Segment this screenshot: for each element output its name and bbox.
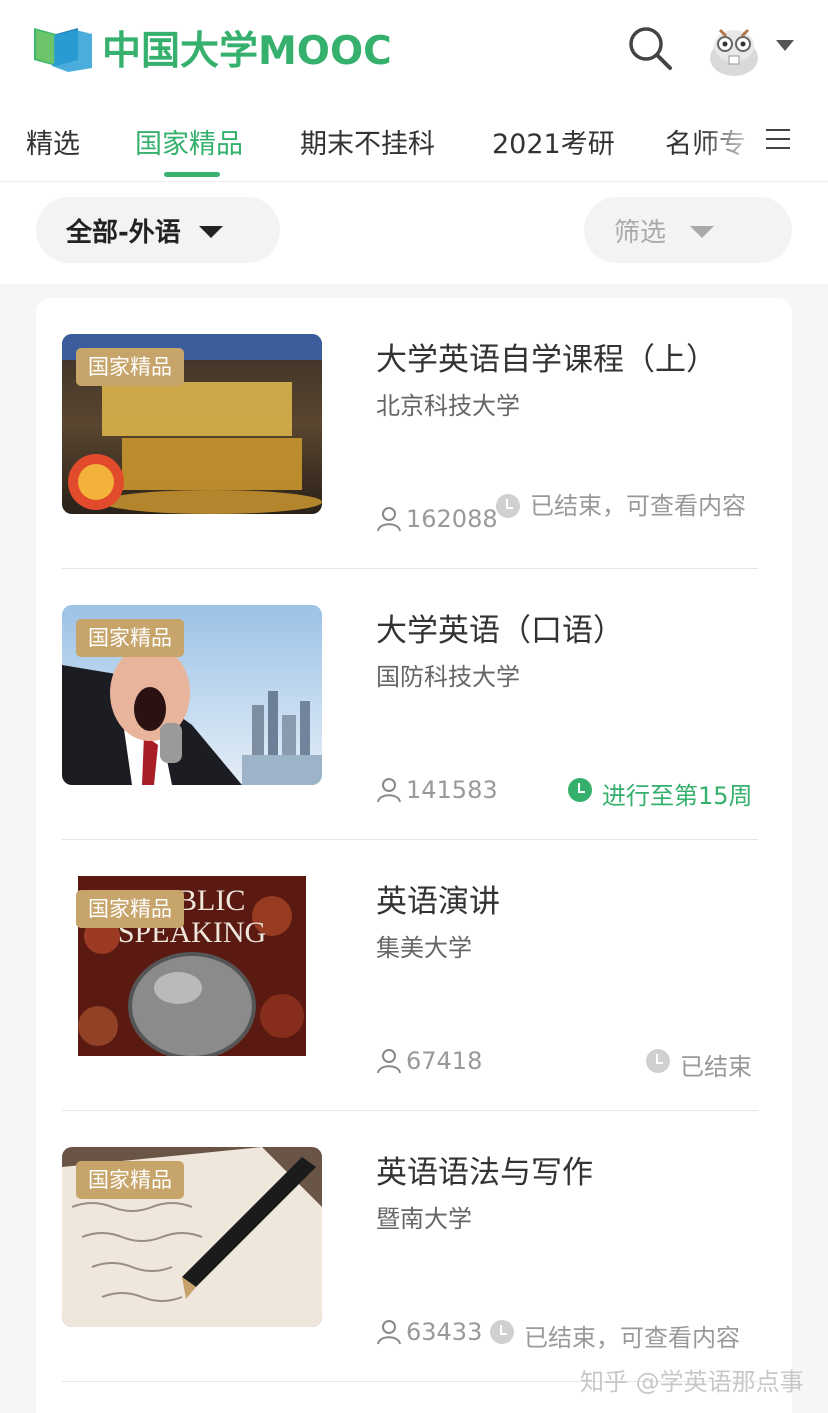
- active-tab-indicator: [164, 172, 220, 177]
- user-avatar-icon[interactable]: [706, 24, 762, 76]
- course-thumbnail[interactable]: 国家精品: [62, 334, 322, 514]
- national-quality-badge: 国家精品: [76, 890, 184, 928]
- logo-book-icon: [32, 22, 94, 74]
- course-thumbnail[interactable]: 国家精品: [62, 605, 322, 785]
- app-header: 中国大学MOOC: [0, 0, 828, 96]
- clock-icon: [646, 1049, 670, 1073]
- course-title[interactable]: 大学英语（口语）: [376, 605, 624, 650]
- filter-bar: 全部-外语 筛选: [0, 182, 828, 284]
- tab-national-quality[interactable]: 国家精品: [135, 122, 243, 161]
- national-quality-badge: 国家精品: [76, 1161, 184, 1199]
- learner-count-value: 63433: [406, 1318, 483, 1346]
- learner-count: 162088: [376, 505, 498, 533]
- clock-icon: [496, 494, 520, 518]
- user-icon: [377, 507, 401, 532]
- category-dropdown[interactable]: 全部-外语: [36, 197, 280, 263]
- course-status: 已结束，可查看内容: [496, 492, 746, 520]
- learner-count-value: 67418: [406, 1047, 483, 1075]
- course-thumbnail[interactable]: PUBLIC SPEAKING 国家精品: [62, 876, 322, 1056]
- course-list: 国家精品 大学英语自学课程（上） 北京科技大学 162088 已结束，可查看内容: [36, 298, 792, 1413]
- learner-count-value: 162088: [406, 505, 498, 533]
- national-quality-badge: 国家精品: [76, 619, 184, 657]
- course-title[interactable]: 大学英语自学课程（上）: [376, 334, 717, 379]
- chevron-down-icon: [198, 226, 223, 238]
- filter-dropdown[interactable]: 筛选: [584, 197, 792, 263]
- menu-icon[interactable]: [752, 96, 828, 181]
- course-school: 暨南大学: [376, 1205, 472, 1233]
- learner-count-value: 141583: [406, 776, 498, 804]
- tab-fade: [700, 96, 760, 181]
- zhihu-watermark: 知乎 @学英语那点事: [580, 1368, 804, 1396]
- user-icon: [377, 778, 401, 803]
- national-quality-badge: 国家精品: [76, 348, 184, 386]
- course-status: 已结束，可查看内容: [490, 1318, 740, 1353]
- course-title[interactable]: 英语演讲: [376, 876, 500, 921]
- logo-text: 中国大学MOOC: [102, 29, 392, 74]
- tab-final-exam[interactable]: 期末不挂科: [300, 122, 435, 161]
- course-status-text: 已结束，可查看内容: [524, 1324, 740, 1352]
- category-tabs: 精选 国家精品 期末不挂科 2021考研 名师专: [0, 96, 828, 182]
- learner-count: 63433: [376, 1318, 482, 1346]
- course-item[interactable]: PUBLIC SPEAKING 国家精品 英语演讲 集美大学 67418 已结束: [62, 840, 758, 1111]
- user-icon: [377, 1049, 401, 1074]
- course-item[interactable]: 国家精品 大学英语（口语） 国防科技大学 141583 进行至第15周: [62, 569, 758, 840]
- course-thumbnail[interactable]: 国家精品: [62, 1147, 322, 1327]
- course-school: 国防科技大学: [376, 663, 520, 691]
- course-status-text: 已结束: [680, 1053, 752, 1081]
- course-status-text: 进行至第15周: [602, 782, 753, 810]
- mooc-logo[interactable]: 中国大学MOOC: [32, 20, 392, 76]
- course-status: 进行至第15周: [568, 776, 753, 811]
- learner-count: 141583: [376, 776, 498, 804]
- clock-icon: [490, 1320, 514, 1344]
- chevron-down-icon: [690, 226, 715, 238]
- tab-featured[interactable]: 精选: [26, 122, 80, 161]
- course-school: 集美大学: [376, 934, 472, 962]
- clock-icon: [568, 778, 592, 802]
- search-icon[interactable]: [626, 24, 674, 72]
- course-status: 已结束: [646, 1047, 752, 1082]
- course-school: 北京科技大学: [376, 392, 520, 420]
- course-item[interactable]: 国家精品 大学英语自学课程（上） 北京科技大学 162088 已结束，可查看内容: [62, 298, 758, 569]
- course-status-text: 已结束，可查看内容: [530, 492, 746, 520]
- account-dropdown-icon[interactable]: [776, 40, 794, 51]
- category-label: 全部-外语: [66, 217, 181, 248]
- filter-label: 筛选: [614, 217, 667, 248]
- tab-2021-kaoyan[interactable]: 2021考研: [492, 122, 615, 161]
- course-item[interactable]: 国家精品 英语语法与写作 暨南大学 63433 已结束，可查看内容: [62, 1111, 758, 1382]
- learner-count: 67418: [376, 1047, 482, 1075]
- course-title[interactable]: 英语语法与写作: [376, 1147, 593, 1192]
- user-icon: [377, 1320, 401, 1345]
